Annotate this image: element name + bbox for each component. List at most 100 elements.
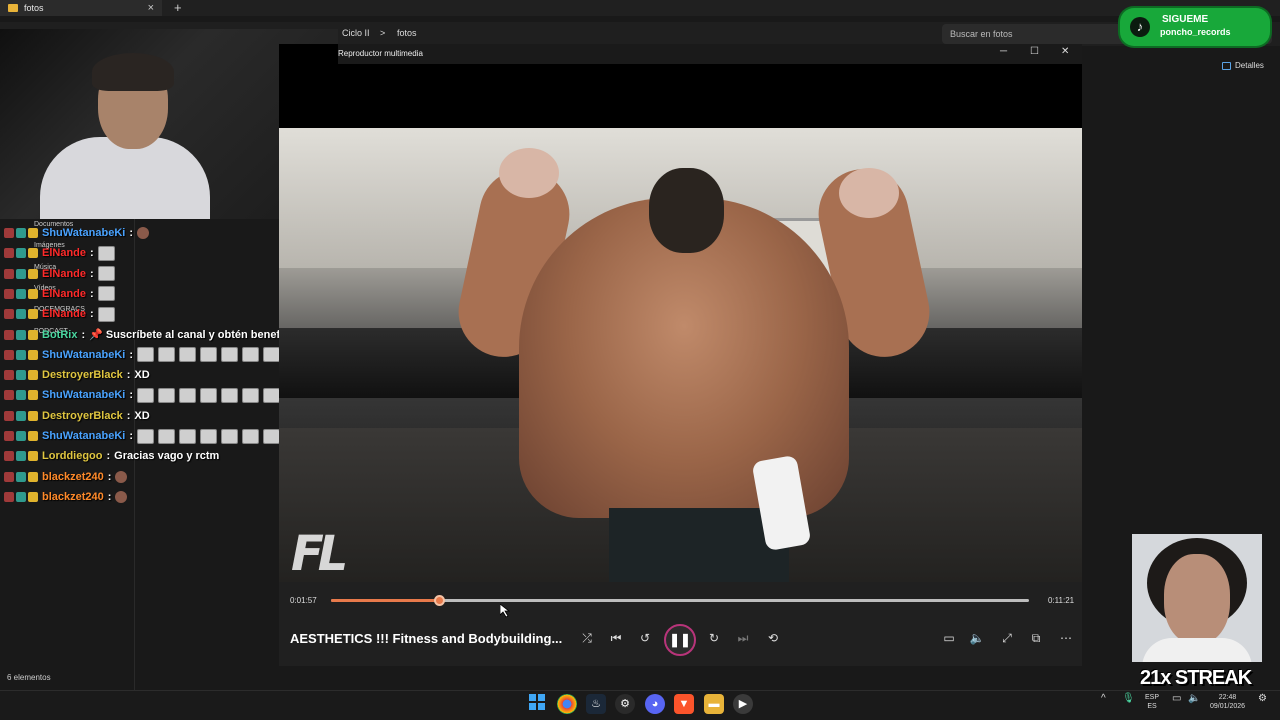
chat-username[interactable]: ElNande <box>42 308 86 320</box>
chat-separator: : <box>90 267 94 280</box>
badge-icon <box>28 349 38 360</box>
maximize-button[interactable]: ☐ <box>1030 46 1039 57</box>
chat-username[interactable]: ElNande <box>42 247 86 259</box>
notifications-icon[interactable]: ⚙ <box>1258 694 1267 704</box>
more-options-icon[interactable]: ⋯ <box>1057 629 1075 647</box>
emote-icon <box>137 347 154 363</box>
time-elapsed: 0:01:57 <box>290 596 317 605</box>
file-explorer-icon[interactable]: ▬ <box>704 694 724 714</box>
status-item-count: 6 elementos <box>7 673 51 682</box>
seek-bar[interactable] <box>331 595 1029 606</box>
network-icon[interactable]: ▭ <box>1172 694 1181 704</box>
repeat-icon[interactable]: ⟲ <box>764 629 782 647</box>
pause-button[interactable]: ❚❚ <box>664 624 696 656</box>
emote-icon <box>179 387 196 403</box>
badge-icon <box>28 268 38 279</box>
next-icon[interactable]: ⏭ <box>734 629 752 647</box>
details-button[interactable]: Detalles <box>1222 61 1264 70</box>
rewind-icon[interactable]: ↺ <box>636 629 654 647</box>
user-badges <box>4 491 38 502</box>
emote-icon <box>221 387 238 403</box>
steam-icon[interactable]: ♨ <box>586 694 606 714</box>
chat-username[interactable]: Lorddiegoo <box>42 450 103 462</box>
brave-icon[interactable]: ▼ <box>674 694 694 714</box>
chat-username[interactable]: blackzet240 <box>42 471 104 483</box>
seek-progress <box>331 599 440 602</box>
subtitles-icon[interactable]: ▭ <box>940 629 958 647</box>
new-tab-button[interactable]: + <box>174 0 182 15</box>
badge-icon <box>4 491 14 502</box>
video-frame[interactable]: FL <box>279 128 1082 582</box>
close-button[interactable]: ✕ <box>1061 46 1069 57</box>
player-title-bar <box>338 44 1082 64</box>
chat-username[interactable]: ShuWatanabeKi <box>42 349 125 361</box>
minimize-button[interactable]: ─ <box>1000 46 1007 57</box>
fullscreen-icon[interactable]: ⤢ <box>998 629 1016 647</box>
shuffle-icon[interactable]: ⤮ <box>578 629 596 647</box>
volume-icon[interactable]: 🔈 <box>968 629 986 647</box>
emote-icon <box>158 347 175 363</box>
badge-icon <box>28 451 38 462</box>
windows-start-icon[interactable] <box>529 694 545 710</box>
chat-username[interactable]: BotRix <box>42 329 77 341</box>
chat-emotes <box>137 428 280 444</box>
chat-message: ElNande: <box>4 244 115 262</box>
emote-icon <box>242 387 259 403</box>
chat-message: ShuWatanabeKi: <box>4 386 280 404</box>
chat-username[interactable]: DestroyerBlack <box>42 369 123 381</box>
media-player-icon[interactable]: ▶ <box>733 694 753 714</box>
chat-separator: : <box>107 470 112 483</box>
chat-username[interactable]: blackzet240 <box>42 491 104 503</box>
emote-icon <box>97 286 115 302</box>
emote-icon <box>115 490 128 503</box>
user-badges <box>4 451 38 462</box>
mouse-cursor-icon <box>500 604 510 618</box>
chrome-icon[interactable] <box>557 694 577 714</box>
emote-icon <box>158 387 175 403</box>
previous-icon[interactable]: ⏮ <box>607 629 625 647</box>
emote-icon <box>242 347 259 363</box>
settings-app-icon[interactable]: ⚙ <box>615 694 635 714</box>
emote-icon <box>115 470 128 483</box>
tray-overflow-icon[interactable]: ^ <box>1101 694 1106 704</box>
badge-icon <box>28 410 38 421</box>
chat-text: XD <box>134 409 150 422</box>
breadcrumb-separator: > <box>380 28 386 38</box>
chat-separator: : <box>129 227 133 239</box>
badge-icon <box>4 370 14 381</box>
tab-close-icon[interactable]: × <box>148 2 154 14</box>
emote-icon <box>242 428 259 444</box>
emote-icon <box>158 428 175 444</box>
language-indicator[interactable]: ESP ES <box>1145 693 1159 711</box>
chat-message: ShuWatanabeKi: <box>4 427 280 445</box>
chat-username[interactable]: DestroyerBlack <box>42 410 123 422</box>
miniplayer-icon[interactable]: ⧉ <box>1027 629 1045 647</box>
details-label: Detalles <box>1235 61 1264 70</box>
badge-icon <box>4 329 14 340</box>
forward-icon[interactable]: ↻ <box>705 629 723 647</box>
chat-separator: : <box>81 328 86 341</box>
explorer-tab-bar <box>0 0 1280 16</box>
folder-icon <box>8 4 18 12</box>
badge-icon <box>4 268 14 279</box>
breadcrumb-item[interactable]: fotos <box>397 28 417 38</box>
chat-username[interactable]: ShuWatanabeKi <box>42 389 125 401</box>
user-badges <box>4 228 38 238</box>
chat-emotes <box>97 266 115 282</box>
tab-fotos[interactable]: fotos × <box>0 0 162 16</box>
chat-username[interactable]: ElNande <box>42 288 86 300</box>
breadcrumb-item[interactable]: Ciclo II <box>342 28 370 38</box>
clock[interactable]: 22:48 09/01/2026 <box>1210 693 1245 711</box>
chat-username[interactable]: ShuWatanabeKi <box>42 430 125 442</box>
chat-username[interactable]: ShuWatanabeKi <box>42 227 125 239</box>
chat-text: Gracias vago y rctm <box>114 450 220 463</box>
webcam-person <box>40 53 210 219</box>
discord-icon[interactable]: ◕ <box>645 694 665 714</box>
microphone-icon[interactable]: 🎙 <box>1122 694 1135 704</box>
speaker-icon[interactable]: 🔈 <box>1188 694 1200 704</box>
badge-icon <box>16 268 26 279</box>
chat-username[interactable]: ElNande <box>42 268 86 280</box>
badge-icon <box>16 471 26 482</box>
chat-message: Lorddiegoo: Gracias vago y rctm <box>4 447 219 465</box>
badge-icon <box>28 390 38 401</box>
